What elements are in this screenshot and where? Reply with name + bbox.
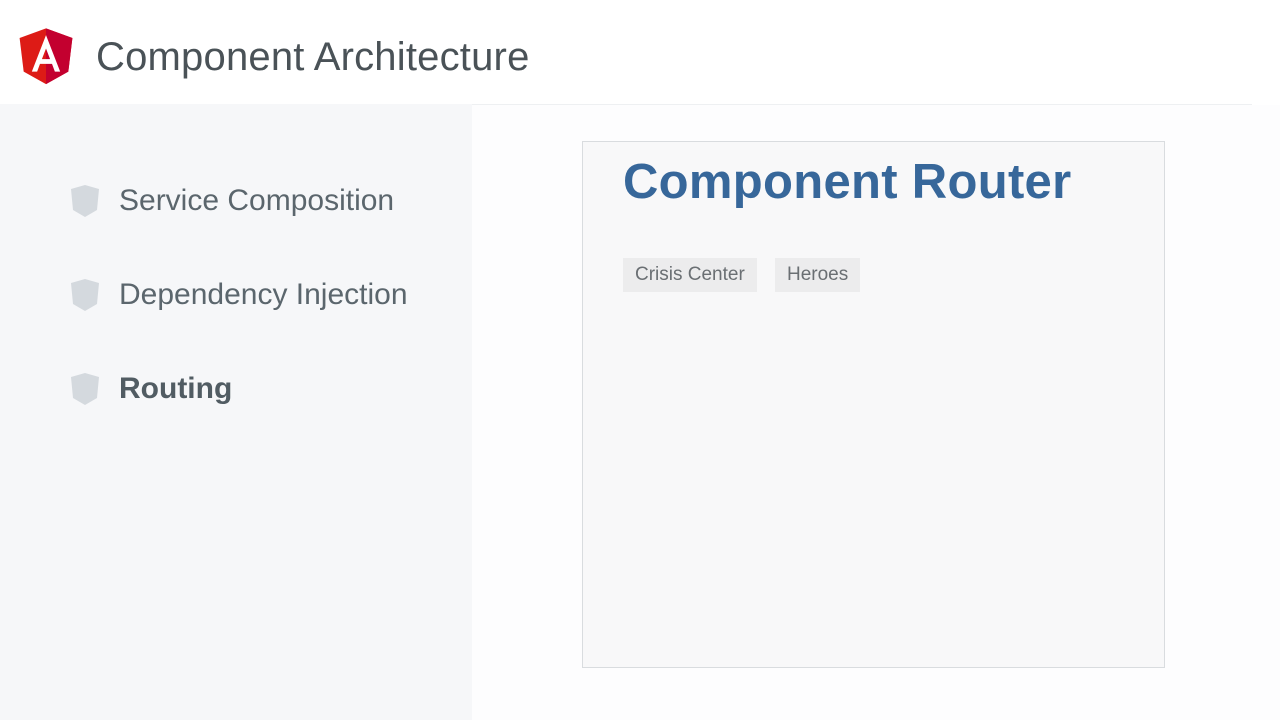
page-title: Component Architecture [96,35,530,79]
sidebar-item-label: Dependency Injection [119,278,408,311]
shield-bullet-icon [68,371,102,407]
sidebar-item-label: Service Composition [119,184,395,217]
heroes-link[interactable]: Heroes [775,258,861,292]
demo-app-frame: Component Router Crisis Center Heroes [582,141,1165,668]
demo-app-title: Component Router [623,155,1072,209]
crisis-center-link[interactable]: Crisis Center [623,258,757,292]
sidebar-item-routing[interactable]: Routing [68,369,232,409]
shield-bullet-icon [68,277,102,313]
sidebar-item-label: Routing [119,372,233,405]
header: A Component Architecture [0,0,1280,104]
sidebar-item-service-composition[interactable]: Service Composition [68,181,394,221]
angular-logo-icon: A [16,24,76,88]
shield-bullet-icon [68,183,102,219]
sidebar-item-dependency-injection[interactable]: Dependency Injection [68,275,408,315]
